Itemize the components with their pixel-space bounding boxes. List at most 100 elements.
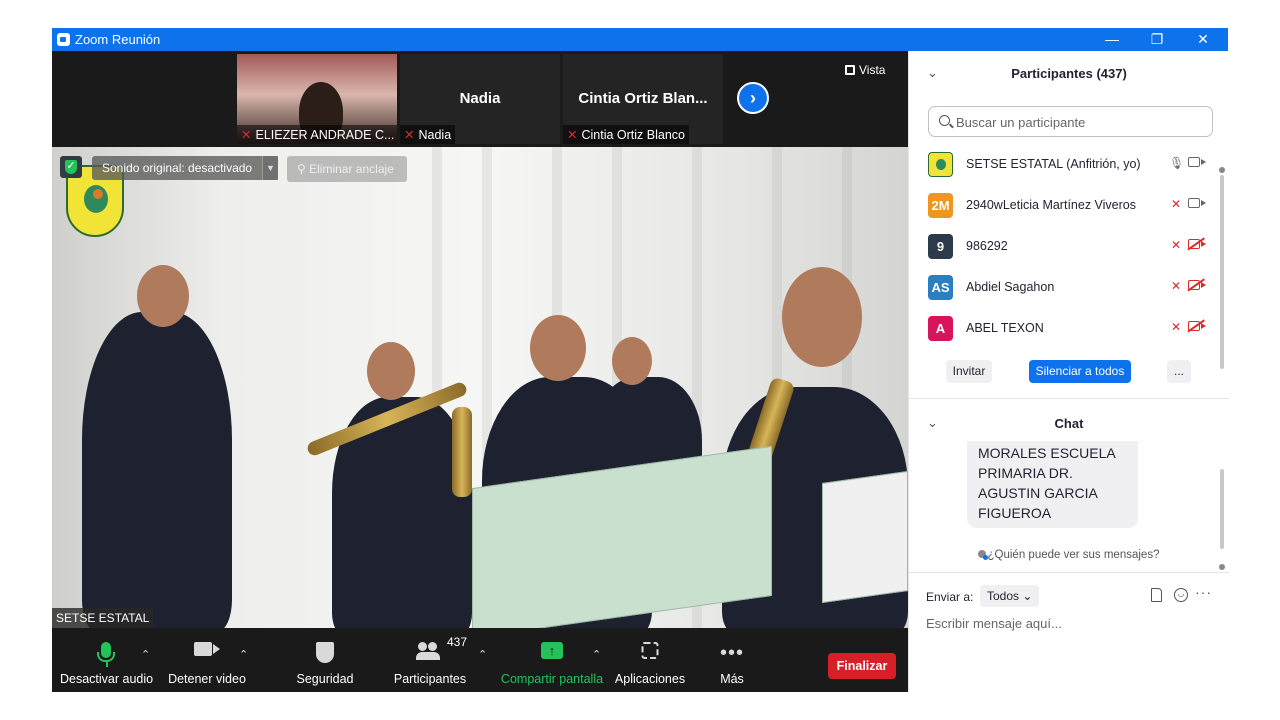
video-area: ✕ ELIEZER ANDRADE C... Nadia ✕ Nadia Cinti… (52, 51, 908, 628)
share-label: Compartir pantalla (500, 672, 604, 686)
meeting-toolbar: Desactivar audio ⌃ Detener video ⌃ Segur… (52, 628, 908, 692)
chevron-up-icon[interactable]: ⌃ (592, 648, 601, 661)
mute-all-button[interactable]: Silenciar a todos (1029, 360, 1131, 383)
mic-muted-icon: ✕ (404, 128, 415, 142)
chevron-up-icon[interactable]: ⌃ (141, 648, 150, 661)
mic-muted-icon[interactable]: ✕ (1169, 279, 1183, 295)
participants-title: Participantes (437) (1011, 66, 1127, 81)
chat-scrollbar[interactable] (1220, 469, 1224, 549)
original-sound-label: Sonido original: desactivado (102, 161, 253, 175)
invite-button[interactable]: Invitar (946, 360, 992, 383)
saxophonist-head (530, 315, 586, 381)
participant-name: 986292 (966, 239, 1008, 253)
thumbnail-strip: ✕ ELIEZER ANDRADE C... Nadia ✕ Nadia Cinti… (52, 51, 908, 147)
more-dots-icon: ••• (719, 642, 745, 664)
search-input[interactable] (956, 112, 1206, 132)
thumbnail-name: Cintia Ortiz Blanco (581, 128, 685, 142)
chat-input[interactable] (926, 611, 1216, 635)
camera-off-icon[interactable] (1188, 321, 1206, 331)
apps-button[interactable]: Aplicaciones (612, 628, 688, 692)
who-can-see-link[interactable]: ¿Quién puede ver sus mensajes? (909, 549, 1228, 561)
participant-row[interactable]: AS Abdiel Sagahon ✕ (909, 267, 1229, 308)
chat-message-line: PRIMARIA DR. (978, 465, 1073, 481)
chevron-right-icon[interactable]: › (737, 82, 769, 114)
grid-icon (845, 65, 855, 75)
end-meeting-button[interactable]: Finalizar (828, 653, 896, 679)
participant-row[interactable]: A ABEL TEXON ✕ (909, 308, 1229, 349)
thumbnail-name: Nadia (418, 128, 452, 142)
participants-label: Participantes (393, 672, 467, 686)
mic-muted-icon[interactable]: ✕ (1169, 320, 1183, 336)
avatar: 2M (928, 193, 953, 218)
camera-off-icon[interactable] (1188, 280, 1206, 290)
security-label: Seguridad (296, 672, 354, 686)
chat-message-line: MORALES ESCUELA (978, 445, 1116, 461)
main-video[interactable]: Sonido original: desactivado ▼ ⚲ Elimina… (52, 147, 908, 628)
send-to-dropdown[interactable]: Todos ⌄ (980, 585, 1040, 607)
mic-muted-icon[interactable]: ✕ (1169, 197, 1183, 213)
scroll-arrow[interactable] (1219, 167, 1225, 173)
window-title: Zoom Reunión (75, 32, 161, 47)
participant-scrollbar[interactable] (1220, 175, 1224, 369)
security-button[interactable]: Seguridad (285, 628, 365, 692)
thumbnail-eliezer[interactable]: ✕ ELIEZER ANDRADE C... (237, 54, 397, 144)
saxophonist-right-head (782, 267, 862, 367)
view-button[interactable]: Vista (845, 63, 885, 77)
camera-icon (194, 642, 220, 656)
chat-message: MORALES ESCUELA PRIMARIA DR. AGUSTIN GAR… (967, 441, 1138, 528)
apps-icon (641, 642, 659, 659)
unpin-button[interactable]: ⚲ Eliminar anclaje (287, 156, 407, 182)
emoji-icon[interactable]: ◡ (1174, 588, 1188, 602)
avatar: A (928, 316, 953, 341)
close-button[interactable]: ✕ (1191, 30, 1215, 48)
divider (909, 572, 1229, 573)
participant-name: SETSE ESTATAL (Anfitrión, yo) (966, 157, 1141, 171)
shield-icon (316, 642, 334, 663)
speaker-name-tag: SETSE ESTATAL (52, 608, 154, 628)
thumbnail-cintia[interactable]: Cintia Ortiz Blan... ✕ Cintia Ortiz Blanc… (563, 54, 723, 144)
participant-name: 2940wLeticia Martínez Viveros (966, 198, 1136, 212)
participants-header: ⌄ Participantes (437) (909, 51, 1229, 95)
chevron-up-icon[interactable]: ⌃ (239, 648, 248, 661)
participant-count: 437 (447, 635, 468, 649)
more-button[interactable]: ••• Más (702, 628, 762, 692)
more-label: Más (720, 672, 744, 686)
original-sound-toggle[interactable]: Sonido original: desactivado (92, 156, 278, 180)
who-can-see-label: ¿Quién puede ver sus mensajes? (987, 549, 1160, 561)
microphone-icon[interactable]: 🎙 (1169, 156, 1184, 172)
chevron-down-icon: ⌄ (1022, 589, 1033, 603)
thumbnail-label: ✕ Nadia (400, 125, 456, 144)
scroll-arrow[interactable] (1219, 564, 1225, 570)
camera-icon[interactable] (1188, 157, 1206, 167)
side-panel: ⌄ Participantes (437) SETSE ESTATAL (Anf… (908, 51, 1229, 692)
mute-button[interactable]: Desactivar audio (60, 628, 153, 692)
participant-search[interactable] (928, 106, 1213, 137)
chevron-down-icon[interactable]: ▼ (262, 156, 278, 180)
chevron-up-icon[interactable]: ⌃ (478, 648, 487, 661)
restore-button[interactable]: ❐ (1145, 30, 1169, 48)
send-to-value: Todos (987, 589, 1020, 603)
trombonist-head (367, 342, 415, 400)
send-to-row: Enviar a: Todos ⌄ ◡ ··· (926, 584, 1216, 609)
participant-row[interactable]: 9 986292 ✕ (909, 226, 1229, 267)
participant-row[interactable]: 2M 2940wLeticia Martínez Viveros ✕ (909, 185, 1229, 226)
video-label: Detener video (168, 672, 246, 686)
security-shield-icon (60, 156, 82, 178)
microphone-icon (97, 642, 115, 662)
participants-more-button[interactable]: ... (1167, 360, 1191, 383)
participant-row[interactable]: SETSE ESTATAL (Anfitrión, yo) 🎙 (909, 144, 1229, 185)
participants-button[interactable]: 437 Participantes (387, 628, 473, 692)
mic-muted-icon[interactable]: ✕ (1169, 238, 1183, 254)
participant-list: SETSE ESTATAL (Anfitrión, yo) 🎙 2M 2940w… (909, 144, 1229, 349)
more-dots-icon[interactable]: ··· (1195, 584, 1212, 600)
singer-figure (82, 312, 232, 628)
camera-icon[interactable] (1188, 198, 1206, 208)
share-screen-button[interactable]: ↑ Compartir pantalla (500, 628, 604, 692)
camera-off-icon[interactable] (1188, 239, 1206, 249)
file-icon[interactable] (1151, 588, 1162, 602)
thumbnail-nadia[interactable]: Nadia ✕ Nadia (400, 54, 560, 144)
title-bar: Zoom Reunión — ❐ ✕ (52, 28, 1228, 51)
mic-muted-icon: ✕ (241, 128, 252, 142)
minimize-button[interactable]: — (1100, 30, 1124, 48)
share-screen-icon: ↑ (541, 642, 563, 659)
